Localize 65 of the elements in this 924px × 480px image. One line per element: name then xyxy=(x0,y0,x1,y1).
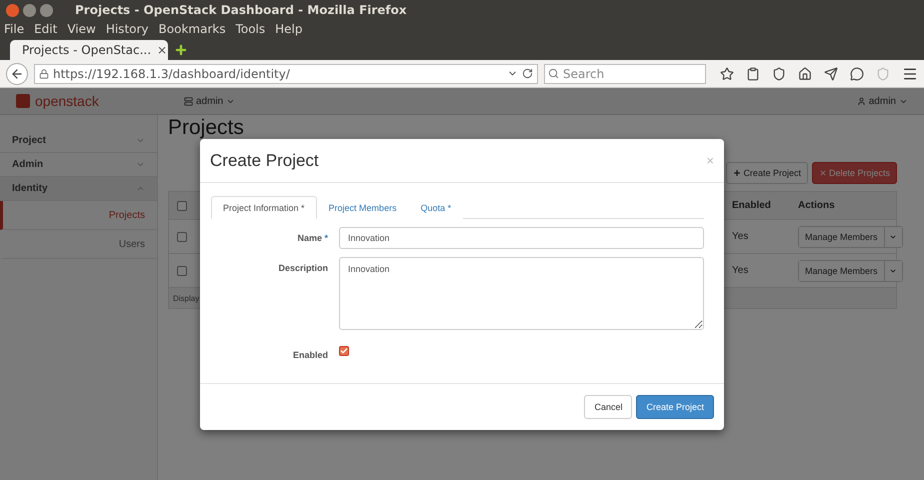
create-project-button[interactable]: Create Project xyxy=(726,162,808,184)
user-dropdown[interactable]: admin xyxy=(856,96,908,106)
enabled-checkbox[interactable] xyxy=(339,346,349,356)
logo: openstack xyxy=(16,93,184,109)
column-header: Enabled xyxy=(732,200,771,211)
plus-icon xyxy=(733,169,742,177)
delete-projects-button[interactable]: Delete Projects xyxy=(812,162,897,184)
menu-item[interactable]: Help xyxy=(275,22,302,36)
maximize-icon[interactable] xyxy=(40,4,53,16)
address-bar[interactable]: https://192.168.1.3/dashboard/identity/ xyxy=(34,64,538,84)
menu-item[interactable]: History xyxy=(106,22,149,36)
menu-item[interactable]: Bookmarks xyxy=(158,22,226,36)
cross-icon xyxy=(818,169,827,177)
manage-members-button[interactable]: Manage Members xyxy=(798,226,903,248)
new-tab-icon[interactable] xyxy=(174,43,188,57)
dialog-tab[interactable]: Project Information * xyxy=(211,196,317,219)
menu-item[interactable]: File xyxy=(4,22,24,36)
browser-tab[interactable]: Projects - OpenStac... × xyxy=(10,40,168,60)
lock-icon xyxy=(38,68,49,78)
page-heading: Projects xyxy=(168,118,244,138)
table-cell: Yes xyxy=(732,265,748,276)
search-field[interactable]: Search xyxy=(544,64,706,84)
dialog-title: Create Project xyxy=(210,150,319,170)
caret-icon xyxy=(136,136,145,145)
back-arrow-icon xyxy=(10,66,24,80)
sidebar-item[interactable]: Projects xyxy=(0,201,157,230)
window-title: Projects - OpenStack Dashboard - Mozilla Firefox xyxy=(75,3,407,17)
menu-item[interactable]: View xyxy=(67,22,96,36)
server-icon xyxy=(184,96,193,106)
menu-item[interactable]: Edit xyxy=(34,22,58,36)
cancel-button[interactable]: Cancel xyxy=(584,395,632,419)
create-project-button[interactable]: Create Project xyxy=(636,395,714,419)
name-field[interactable]: Innovation xyxy=(339,227,704,249)
table-footer-text: Display xyxy=(173,294,200,302)
row-checkbox[interactable] xyxy=(177,232,187,242)
table-cell: Yes xyxy=(732,231,748,242)
project-dropdown[interactable]: admin xyxy=(184,96,236,106)
column-header: Actions xyxy=(798,200,835,211)
close-window-icon[interactable] xyxy=(6,4,19,16)
home-icon[interactable] xyxy=(798,66,812,80)
send-icon[interactable] xyxy=(824,66,838,80)
select-all-checkbox[interactable] xyxy=(177,200,187,210)
field-label: Name * xyxy=(297,232,328,245)
shield-icon[interactable] xyxy=(772,66,786,80)
caret-icon xyxy=(136,184,145,193)
clipboard-icon[interactable] xyxy=(746,66,760,80)
manage-members-button[interactable]: Manage Members xyxy=(798,260,903,282)
star-icon[interactable] xyxy=(720,66,734,80)
tab-close-button[interactable]: × xyxy=(157,43,168,57)
sidebar-section[interactable]: Identity xyxy=(0,177,157,201)
minimize-icon[interactable] xyxy=(23,4,36,16)
menu-item[interactable]: Tools xyxy=(236,22,266,36)
reload-icon[interactable] xyxy=(522,68,533,79)
chat-icon[interactable] xyxy=(850,66,864,80)
search-icon xyxy=(548,68,559,78)
back-button[interactable] xyxy=(6,62,28,84)
check-icon xyxy=(340,347,348,355)
caret-icon xyxy=(136,160,145,169)
user-icon xyxy=(856,96,866,106)
field-label: Description xyxy=(278,262,328,275)
description-field[interactable]: Innovation xyxy=(339,257,704,330)
row-checkbox[interactable] xyxy=(177,266,187,276)
sidebar-item[interactable]: Users xyxy=(0,230,157,259)
menu-icon[interactable] xyxy=(902,66,918,82)
field-label: Enabled xyxy=(292,349,328,360)
